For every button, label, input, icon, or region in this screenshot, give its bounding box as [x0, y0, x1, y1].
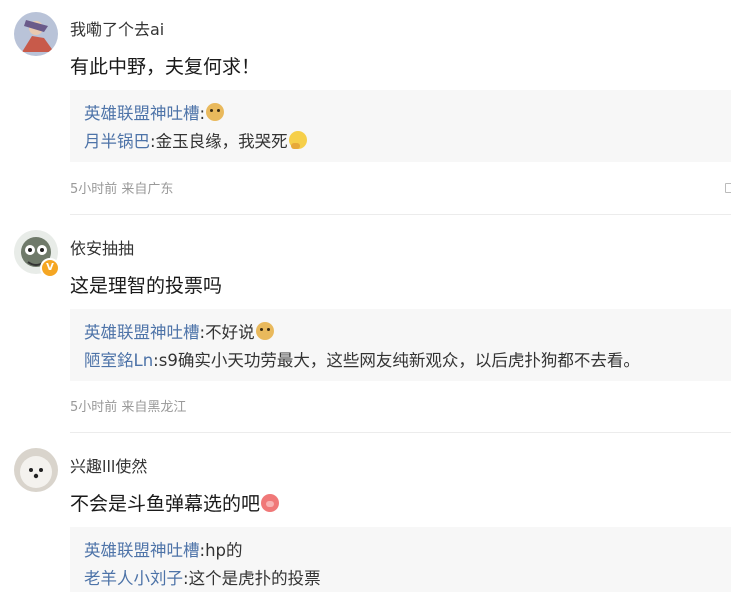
- avatar[interactable]: [14, 12, 58, 56]
- thinking-emoji-icon: [288, 131, 307, 149]
- comment-icon[interactable]: [725, 183, 731, 193]
- reply-box[interactable]: 英雄联盟神吐槽: 月半锅巴:金玉良缘，我哭死: [70, 90, 731, 162]
- doge-emoji-icon: [255, 322, 274, 340]
- reply-text: 金玉良缘，我哭死: [155, 132, 288, 151]
- reply-line: 英雄联盟神吐槽:hp的: [84, 537, 243, 561]
- reply-line: 英雄联盟神吐槽:: [84, 100, 225, 124]
- pig-emoji-icon: [261, 494, 280, 512]
- reply-text: 不好说: [205, 323, 255, 342]
- divider: [70, 214, 731, 215]
- comment-meta: 5小时前 来自黑龙江: [70, 400, 187, 415]
- reply-separator: :: [199, 104, 206, 123]
- reply-username[interactable]: 老羊人小刘子: [84, 569, 183, 588]
- reply-box[interactable]: 英雄联盟神吐槽:hp的 老羊人小刘子:这个是虎扑的投票: [70, 527, 731, 592]
- reply-line: 老羊人小刘子:这个是虎扑的投票: [84, 565, 321, 589]
- reply-line: 月半锅巴:金玉良缘，我哭死: [84, 128, 307, 152]
- reply-username[interactable]: 英雄联盟神吐槽: [84, 541, 200, 560]
- reply-username[interactable]: 英雄联盟神吐槽: [84, 104, 200, 123]
- reply-line: 陋室銘Ln:s9确实小天功劳最大，这些网友纯新观众，以后虎扑狗都不去看。: [84, 347, 640, 371]
- reply-text: hp的: [205, 541, 243, 560]
- comment-text-body: 不会是斗鱼弹幕选的吧: [70, 493, 261, 515]
- verified-badge-icon: V: [40, 258, 60, 278]
- comment-text: 这是理智的投票吗: [70, 275, 223, 297]
- reply-text: 这个是虎扑的投票: [188, 569, 321, 588]
- avatar[interactable]: [14, 448, 58, 492]
- reply-box[interactable]: 英雄联盟神吐槽:不好说 陋室銘Ln:s9确实小天功劳最大，这些网友纯新观众，以后…: [70, 309, 731, 381]
- username[interactable]: 依安抽抽: [70, 235, 134, 259]
- username[interactable]: 我嘞了个去ai: [70, 16, 164, 40]
- doge-emoji-icon: [206, 103, 225, 121]
- comment-meta: 5小时前 来自广东: [70, 182, 174, 197]
- divider: [70, 432, 731, 433]
- reply-text: s9确实小天功劳最大，这些网友纯新观众，以后虎扑狗都不去看。: [158, 351, 640, 370]
- comment-text: 不会是斗鱼弹幕选的吧: [70, 489, 280, 516]
- reply-line: 英雄联盟神吐槽:不好说: [84, 319, 274, 343]
- reply-username[interactable]: 陋室銘Ln: [84, 351, 153, 370]
- reply-username[interactable]: 月半锅巴: [84, 132, 150, 151]
- comment-text: 有此中野，夫复何求！: [70, 56, 261, 78]
- reply-username[interactable]: 英雄联盟神吐槽: [84, 323, 200, 342]
- username[interactable]: 兴趣lll使然: [70, 453, 147, 477]
